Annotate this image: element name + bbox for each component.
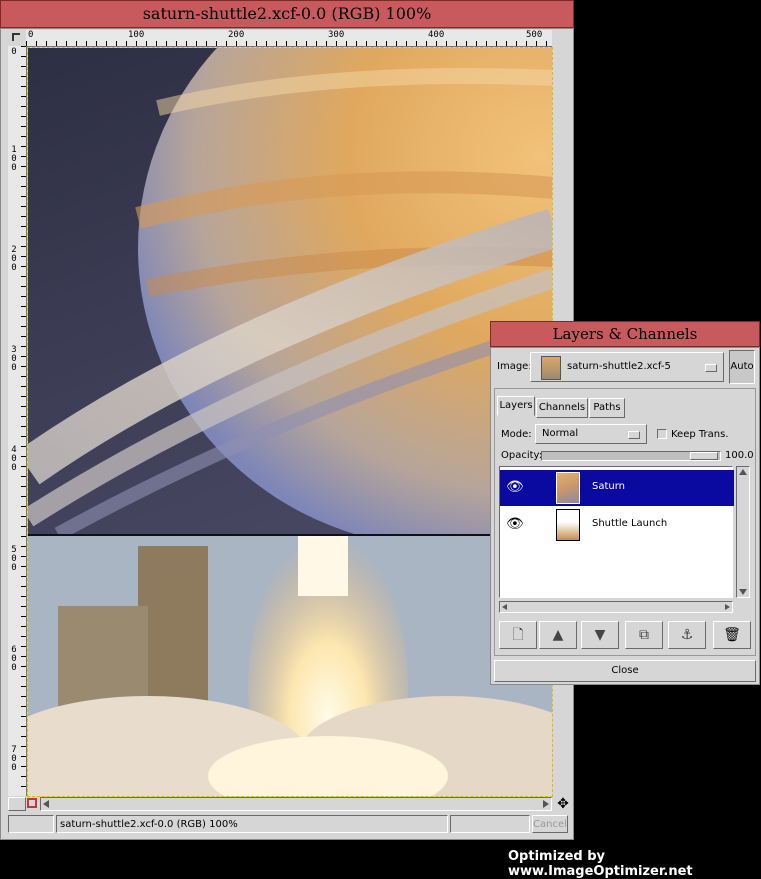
quick-mask-toggle-icon[interactable] [27,798,37,808]
scroll-down-icon[interactable] [739,589,747,595]
new-layer-icon[interactable]: 🗋 [499,621,537,649]
ruler-corner[interactable] [8,30,27,47]
dropdown-indicator-icon [628,431,640,439]
layers-horizontal-scrollbar[interactable] [499,601,733,613]
tab-paths[interactable]: Paths [589,398,625,418]
ruler-label-500: 500 [526,30,543,40]
layer-row-saturn[interactable]: 👁 Saturn [500,470,734,506]
scroll-right-icon[interactable] [543,800,549,808]
tab-layers[interactable]: Layers [497,396,535,416]
status-text: saturn-shuttle2.xcf-0.0 (RGB) 100% [56,815,448,833]
scroll-left-icon[interactable] [502,604,507,610]
menu-arrow-icon [12,33,20,41]
opacity-slider[interactable] [541,451,721,461]
visibility-eye-icon[interactable]: 👁 [506,517,528,531]
image-select[interactable]: saturn-shuttle2.xcf-5 [530,352,724,382]
mode-select-value: Normal [542,428,579,439]
shuttle-launch-layer-image [28,534,552,796]
status-bar: saturn-shuttle2.xcf-0.0 (RGB) 100% Cance… [8,815,568,835]
image-canvas[interactable] [27,47,553,797]
layers-dialog-title: Layers & Channels [490,321,760,347]
vruler-label-400: 400 [11,445,17,473]
vruler-label-500: 500 [11,545,17,573]
vruler-label-700: 700 [11,745,17,773]
keep-trans-label: Keep Trans. [671,429,729,440]
vruler-label-100: 100 [11,145,17,173]
auto-button[interactable]: Auto [729,350,755,384]
anchor-layer-icon[interactable]: ⚓ [668,621,706,649]
saturn-layer-image [28,48,552,534]
saturn-illustration [28,48,552,534]
opacity-slider-handle[interactable] [690,452,718,460]
layer-thumbnail [556,509,580,541]
layer-name: Saturn [592,481,626,492]
layer-thumbnail [556,472,580,504]
shuttle-illustration [28,536,552,796]
lower-layer-icon[interactable]: ▼ [581,621,619,649]
pointer-coords-field [8,815,54,833]
mode-label: Mode: [501,429,532,440]
mode-select[interactable]: Normal [535,424,647,444]
progress-field [450,815,530,833]
navigate-icon[interactable]: ✥ [556,797,570,811]
image-label: Image: [497,361,532,372]
opacity-value: 100.0 [725,450,754,461]
vruler-label-0: 0 [11,47,17,57]
watermark-text: Optimized by www.ImageOptimizer.net [508,849,693,879]
dropdown-indicator-icon [705,364,717,372]
raise-layer-icon[interactable]: ▲ [539,621,577,649]
layers-vertical-scrollbar[interactable] [736,466,750,598]
vruler-label-200: 200 [11,245,17,273]
image-select-value: saturn-shuttle2.xcf-5 [567,361,671,372]
quick-mask-icon[interactable] [8,797,26,811]
ruler-label-400: 400 [428,30,445,40]
opacity-label: Opacity: [501,450,543,461]
scroll-up-icon[interactable] [739,469,747,475]
vruler-label-300: 300 [11,345,17,373]
layer-row-shuttle-launch[interactable]: 👁 Shuttle Launch [500,507,734,543]
ruler-label-200: 200 [228,30,245,40]
tab-channels[interactable]: Channels [536,398,588,418]
vruler-label-600: 600 [11,645,17,673]
image-thumbnail [541,356,561,380]
layer-name: Shuttle Launch [592,518,668,529]
close-button[interactable]: Close [494,660,756,682]
visibility-eye-icon[interactable]: 👁 [506,480,528,494]
horizontal-scrollbar[interactable] [40,797,552,811]
scroll-left-icon[interactable] [43,800,49,808]
horizontal-ruler[interactable]: 0 100 200 300 400 500 [26,30,552,47]
ruler-label-100: 100 [128,30,145,40]
vruler-ticks [21,46,26,796]
ruler-label-0: 0 [28,30,34,40]
vertical-ruler[interactable]: 0 100 200 300 400 500 600 700 [8,46,27,796]
ruler-label-300: 300 [328,30,345,40]
cancel-button[interactable]: Cancel [532,815,568,833]
image-window-title: saturn-shuttle2.xcf-0.0 (RGB) 100% [0,0,574,28]
scroll-right-icon[interactable] [725,604,730,610]
keep-trans-checkbox[interactable] [657,429,667,439]
layers-list[interactable]: 👁 Saturn 👁 Shuttle Launch [499,466,734,598]
ruler-ticks [26,41,552,46]
delete-layer-icon[interactable]: 🗑 [713,621,751,649]
duplicate-layer-icon[interactable]: ⧉ [625,621,663,649]
